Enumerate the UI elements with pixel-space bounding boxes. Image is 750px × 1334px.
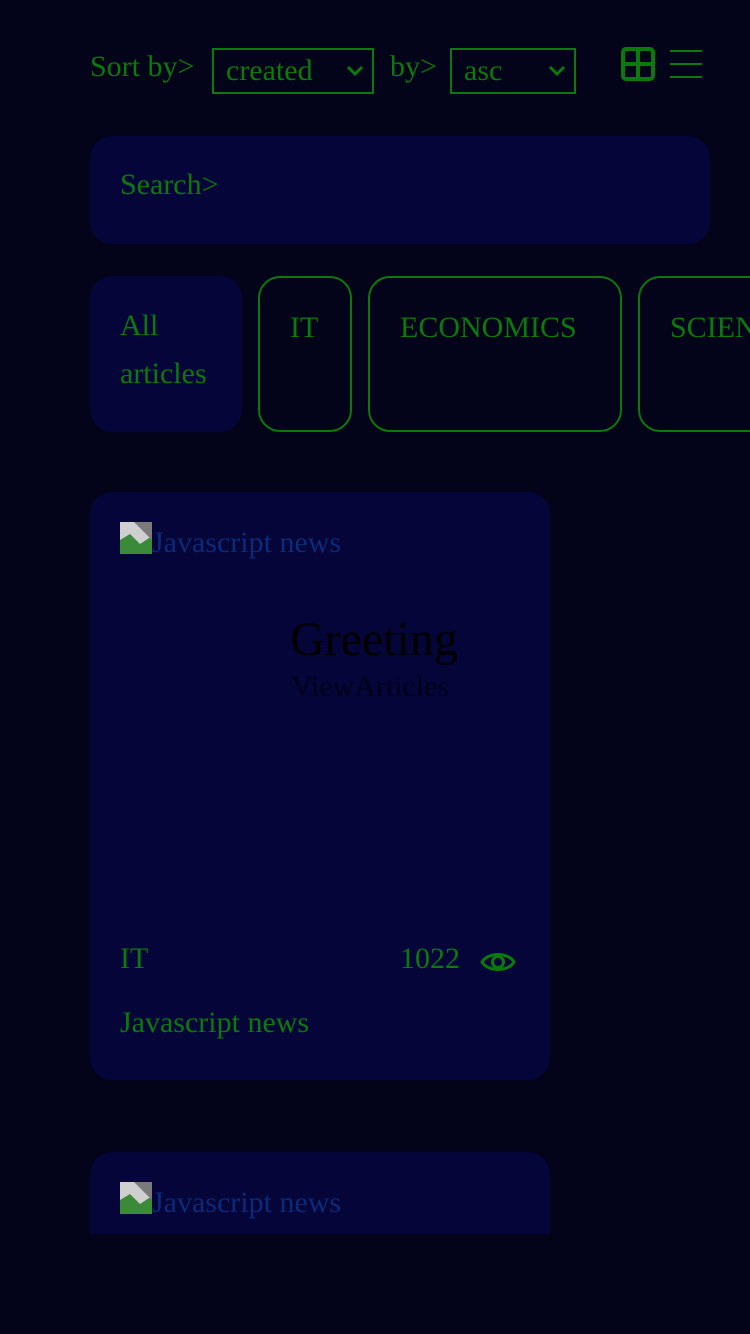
grid-view-icon[interactable] (620, 46, 656, 82)
tab-it[interactable]: IT (258, 276, 352, 432)
article-card[interactable]: Javascript news (90, 1152, 550, 1234)
view-count: 1022 (400, 942, 460, 975)
sort-field-select[interactable]: created (212, 48, 374, 94)
sort-order-value: asc (464, 54, 503, 87)
article-title: Javascript news (120, 1006, 310, 1039)
chevron-down-icon (346, 65, 364, 77)
article-category: IT (120, 942, 149, 975)
tab-all-articles[interactable]: All articles (90, 276, 242, 432)
overlay-title: Greeting (290, 613, 458, 666)
search-placeholder: Search> (120, 168, 219, 201)
broken-image-icon (120, 522, 152, 554)
list-view-icon[interactable] (668, 46, 704, 82)
sort-by-label: Sort by> (90, 50, 195, 83)
tab-label: IT (290, 311, 319, 344)
chevron-down-icon (548, 65, 566, 77)
article-image: Javascript news (120, 522, 341, 562)
tab-economics[interactable]: ECONOMICS (368, 276, 622, 432)
sort-order-select[interactable]: asc (450, 48, 576, 94)
articles-page: Sort by> created by> asc Search> All art… (0, 0, 750, 1334)
tab-label: SCIENCE (670, 311, 750, 344)
tab-science[interactable]: SCIENCE (638, 276, 750, 432)
eye-icon (480, 953, 516, 971)
search-input[interactable]: Search> (90, 136, 710, 244)
image-alt-text: Javascript news (152, 1186, 342, 1219)
image-alt-text: Javascript news (152, 526, 342, 559)
sort-bar: Sort by> created by> asc (90, 46, 710, 98)
category-tabs: All articles IT ECONOMICS SCIENCE (90, 276, 750, 432)
article-card[interactable]: Javascript news Greeting ViewArticles IT… (90, 492, 550, 1080)
order-by-label: by> (390, 50, 437, 83)
tab-label: ECONOMICS (400, 311, 577, 344)
overlay-subtitle: ViewArticles (291, 670, 450, 703)
article-image: Javascript news (120, 1182, 341, 1222)
broken-image-icon (120, 1182, 152, 1214)
tab-label: All articles (120, 309, 207, 390)
sort-field-value: created (226, 54, 313, 87)
